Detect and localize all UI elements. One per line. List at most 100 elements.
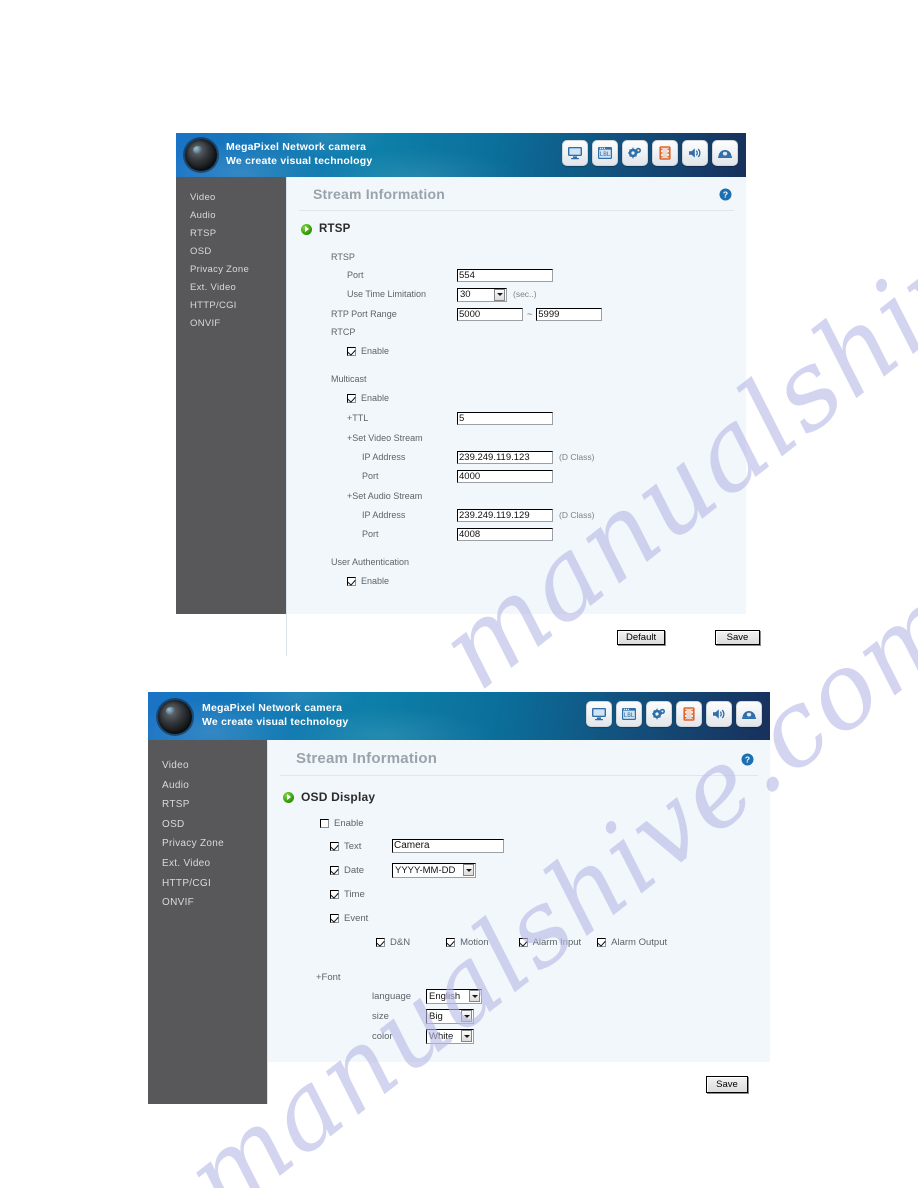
osd-text-input[interactable] xyxy=(392,839,504,853)
label-alarm-input: Alarm Input xyxy=(532,936,582,948)
group-label-video-stream-row: +Set Video Stream xyxy=(287,428,746,448)
sidebar-item-video[interactable]: Video xyxy=(148,756,267,776)
speaker-icon[interactable] xyxy=(682,140,708,166)
label-multicast-enable: Enable xyxy=(361,392,390,403)
label-rtp-port-range: RTP Port Range xyxy=(331,308,397,319)
brand-line-2: We create visual technology xyxy=(202,716,349,728)
rtcp-enable-checkbox[interactable] xyxy=(347,346,356,356)
event-option-motion[interactable]: Motion xyxy=(446,934,489,951)
save-button[interactable]: Save xyxy=(715,627,760,645)
video-ip-input[interactable] xyxy=(457,451,553,464)
chevron-down-icon xyxy=(463,864,474,876)
multicast-enable-checkbox[interactable] xyxy=(347,393,356,403)
time-limitation-select[interactable]: 30 xyxy=(457,287,507,302)
rtp-range-from-input[interactable] xyxy=(457,307,523,321)
label-motion: Motion xyxy=(460,936,489,948)
alarm-output-checkbox[interactable] xyxy=(597,937,607,947)
svg-text:LBL: LBL xyxy=(624,712,635,719)
help-icon[interactable]: ? xyxy=(741,753,754,771)
osd-enable-checkbox[interactable] xyxy=(320,818,329,828)
film-strip-icon[interactable] xyxy=(652,140,678,166)
default-button[interactable]: Default xyxy=(617,627,666,645)
sidebar-item-ext-video[interactable]: Ext. Video xyxy=(176,279,286,297)
film-strip-icon[interactable] xyxy=(676,701,702,727)
video-port-input[interactable] xyxy=(457,470,553,483)
audio-port-input[interactable] xyxy=(457,528,553,541)
page-title: Stream Information xyxy=(313,186,445,202)
sidebar-item-rtsp[interactable]: RTSP xyxy=(148,795,267,815)
help-icon[interactable]: ? xyxy=(719,188,732,206)
section-title: OSD Display xyxy=(301,790,376,804)
date-checkbox[interactable] xyxy=(330,865,339,875)
label-port: Port xyxy=(347,270,364,280)
brand-text: MegaPixel Network camera We create visua… xyxy=(226,140,372,168)
dn-checkbox[interactable] xyxy=(376,937,385,947)
ttl-input[interactable] xyxy=(457,411,553,425)
date-format-select[interactable]: YYYY-MM-DD xyxy=(392,862,476,878)
field-row-text: Text xyxy=(268,834,770,858)
sidebar-item-privacy-zone[interactable]: Privacy Zone xyxy=(176,261,286,279)
monitor-icon[interactable] xyxy=(562,140,588,166)
text-checkbox[interactable] xyxy=(330,841,339,851)
sidebar-item-privacy-zone[interactable]: Privacy Zone xyxy=(148,834,267,854)
field-row-size: size Big xyxy=(268,1006,770,1026)
field-row-multicast-enable[interactable]: Enable xyxy=(287,388,746,408)
svg-text:?: ? xyxy=(745,755,750,765)
rtp-range-to-input[interactable] xyxy=(536,307,603,321)
section-bullet-icon xyxy=(283,791,294,803)
event-checkbox[interactable] xyxy=(330,913,339,923)
alarm-input-checkbox[interactable] xyxy=(518,937,528,947)
field-row-time-limitation: Use Time Limitation 30 (sec..) xyxy=(287,285,746,304)
group-label-font-row: +Font xyxy=(268,954,770,986)
osd-button-bar: Save xyxy=(267,1062,770,1104)
dome-camera-icon[interactable] xyxy=(736,701,762,727)
language-select[interactable]: English xyxy=(426,988,482,1004)
field-row-rtcp-enable[interactable]: Enable xyxy=(287,341,746,361)
sidebar-item-osd[interactable]: OSD xyxy=(148,815,267,835)
rtsp-footer: Default Save xyxy=(286,614,760,656)
label-color: color xyxy=(372,1030,393,1042)
sidebar-item-ext-video[interactable]: Ext. Video xyxy=(148,854,267,874)
camera-lens-logo xyxy=(185,139,217,171)
sidebar-item-audio[interactable]: Audio xyxy=(176,207,286,225)
label-rtcp-enable: Enable xyxy=(361,345,390,356)
speaker-icon[interactable] xyxy=(706,701,732,727)
video-ip-class-note: (D Class) xyxy=(559,452,595,462)
sidebar-item-onvif[interactable]: ONVIF xyxy=(148,893,267,913)
sidebar-item-http-cgi[interactable]: HTTP/CGI xyxy=(176,297,286,315)
setup-window-icon[interactable]: LBL xyxy=(616,701,642,727)
gears-icon[interactable] xyxy=(622,140,648,166)
field-row-audio-ip: IP Address (D Class) xyxy=(287,506,746,525)
field-row-osd-enable[interactable]: Enable xyxy=(268,812,770,834)
sidebar-item-onvif[interactable]: ONVIF xyxy=(176,315,286,333)
sidebar-item-http-cgi[interactable]: HTTP/CGI xyxy=(148,874,267,894)
sidebar-item-audio[interactable]: Audio xyxy=(148,776,267,796)
monitor-icon[interactable] xyxy=(586,701,612,727)
dome-camera-icon[interactable] xyxy=(712,140,738,166)
field-row-user-auth-enable[interactable]: Enable xyxy=(287,571,746,591)
event-option-dn[interactable]: D&N xyxy=(376,934,410,951)
audio-ip-input[interactable] xyxy=(457,509,553,522)
color-select[interactable]: White xyxy=(426,1028,474,1044)
event-option-alarm-input[interactable]: Alarm Input xyxy=(518,934,582,951)
user-auth-enable-checkbox[interactable] xyxy=(347,576,356,586)
osd-form: Enable Text Date YYYY-MM-DD xyxy=(268,806,770,1046)
sidebar-item-video[interactable]: Video xyxy=(176,189,286,207)
brand-text: MegaPixel Network camera We create visua… xyxy=(202,701,348,729)
setup-window-icon[interactable]: LBL xyxy=(592,140,618,166)
time-checkbox[interactable] xyxy=(330,889,339,899)
size-select[interactable]: Big xyxy=(426,1008,474,1024)
gears-icon[interactable] xyxy=(646,701,672,727)
motion-checkbox[interactable] xyxy=(446,937,456,947)
chevron-down-icon xyxy=(494,288,505,301)
panel-body: Video Audio RTSP OSD Privacy Zone Ext. V… xyxy=(176,177,746,614)
save-button[interactable]: Save xyxy=(706,1074,748,1093)
event-option-alarm-output[interactable]: Alarm Output xyxy=(597,934,667,951)
device-header: MegaPixel Network camera We create visua… xyxy=(176,133,746,177)
sidebar-item-rtsp[interactable]: RTSP xyxy=(176,225,286,243)
group-label-rtsp: RTSP xyxy=(331,252,355,262)
sidebar-item-osd[interactable]: OSD xyxy=(176,243,286,261)
port-input[interactable] xyxy=(457,269,553,282)
label-audio-ip-address: IP Address xyxy=(362,510,406,520)
label-dn: D&N xyxy=(390,936,411,948)
